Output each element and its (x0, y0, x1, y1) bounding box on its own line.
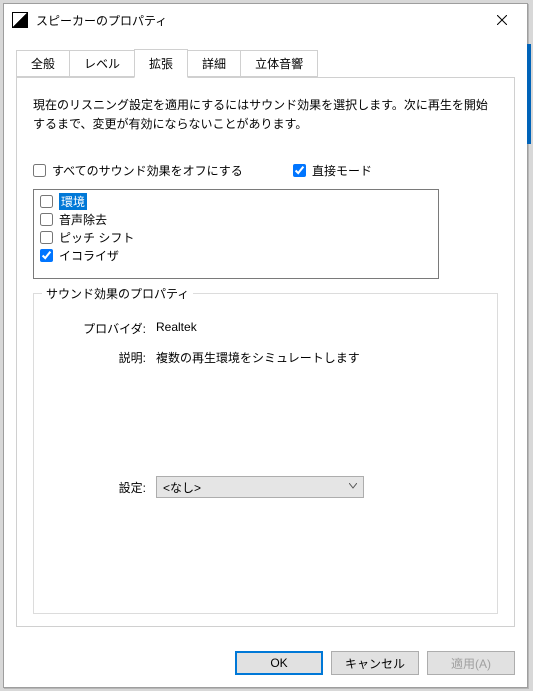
effect-checkbox[interactable] (40, 249, 53, 262)
setting-value: <なし> (163, 479, 201, 496)
direct-mode-label: 直接モード (312, 162, 372, 179)
dialog-button-row: OK キャンセル 適用(A) (4, 639, 527, 687)
client-area: 全般 レベル 拡張 詳細 立体音響 現在のリスニング設定を適用にするにはサウンド… (4, 36, 527, 635)
provider-label: プロバイダ: (76, 320, 146, 337)
list-item[interactable]: 環境 (36, 192, 436, 210)
description-row: 説明: 複数の再生環境をシミュレートします (76, 349, 483, 366)
window-title: スピーカーのプロパティ (36, 12, 479, 29)
list-item[interactable]: ピッチ シフト (36, 228, 436, 246)
effects-listbox[interactable]: 環境 音声除去 ピッチ シフト イコライザ (33, 189, 439, 279)
setting-label: 設定: (76, 479, 146, 496)
tab-page-enhancements: 現在のリスニング設定を適用にするにはサウンド効果を選択します。次に再生を開始する… (16, 77, 515, 627)
page-description: 現在のリスニング設定を適用にするにはサウンド効果を選択します。次に再生を開始する… (33, 96, 498, 134)
setting-combobox[interactable]: <なし> (156, 476, 364, 498)
group-title: サウンド効果のプロパティ (42, 285, 193, 302)
dialog-window: スピーカーのプロパティ 全般 レベル 拡張 詳細 立体音響 現在のリスニング設定… (3, 3, 528, 688)
tab-general[interactable]: 全般 (16, 50, 70, 77)
tab-spatial[interactable]: 立体音響 (240, 50, 318, 77)
close-button[interactable] (479, 5, 525, 35)
apply-button[interactable]: 適用(A) (427, 651, 515, 675)
tab-enhancements[interactable]: 拡張 (134, 49, 188, 78)
effect-label: 環境 (59, 193, 87, 210)
ok-button[interactable]: OK (235, 651, 323, 675)
description-label: 説明: (76, 349, 146, 366)
effect-checkbox[interactable] (40, 213, 53, 226)
effect-label: イコライザ (59, 247, 119, 264)
tab-detail[interactable]: 詳細 (187, 50, 241, 77)
description-value: 複数の再生環境をシミュレートします (156, 349, 360, 366)
list-item[interactable]: 音声除去 (36, 210, 436, 228)
effect-checkbox[interactable] (40, 195, 53, 208)
accent-strip (527, 44, 531, 144)
speaker-icon (12, 12, 28, 28)
list-item[interactable]: イコライザ (36, 246, 436, 264)
disable-all-effects-checkbox[interactable]: すべてのサウンド効果をオフにする (33, 162, 293, 179)
close-icon (497, 15, 507, 25)
tab-strip: 全般 レベル 拡張 詳細 立体音響 (16, 52, 515, 77)
top-checkbox-row: すべてのサウンド効果をオフにする 直接モード (33, 162, 498, 179)
chevron-down-icon (349, 481, 357, 492)
disable-all-effects-label: すべてのサウンド効果をオフにする (52, 162, 243, 179)
direct-mode-input[interactable] (293, 164, 306, 177)
direct-mode-checkbox[interactable]: 直接モード (293, 162, 372, 179)
tab-level[interactable]: レベル (69, 50, 135, 77)
effect-label: ピッチ シフト (59, 229, 134, 246)
titlebar: スピーカーのプロパティ (4, 4, 527, 36)
effect-properties-group: サウンド効果のプロパティ プロバイダ: Realtek 説明: 複数の再生環境を… (33, 293, 498, 614)
effect-label: 音声除去 (59, 211, 107, 228)
disable-all-effects-input[interactable] (33, 164, 46, 177)
cancel-button[interactable]: キャンセル (331, 651, 419, 675)
provider-value: Realtek (156, 320, 197, 337)
effect-checkbox[interactable] (40, 231, 53, 244)
setting-row: 設定: <なし> (76, 476, 483, 498)
provider-row: プロバイダ: Realtek (76, 320, 483, 337)
